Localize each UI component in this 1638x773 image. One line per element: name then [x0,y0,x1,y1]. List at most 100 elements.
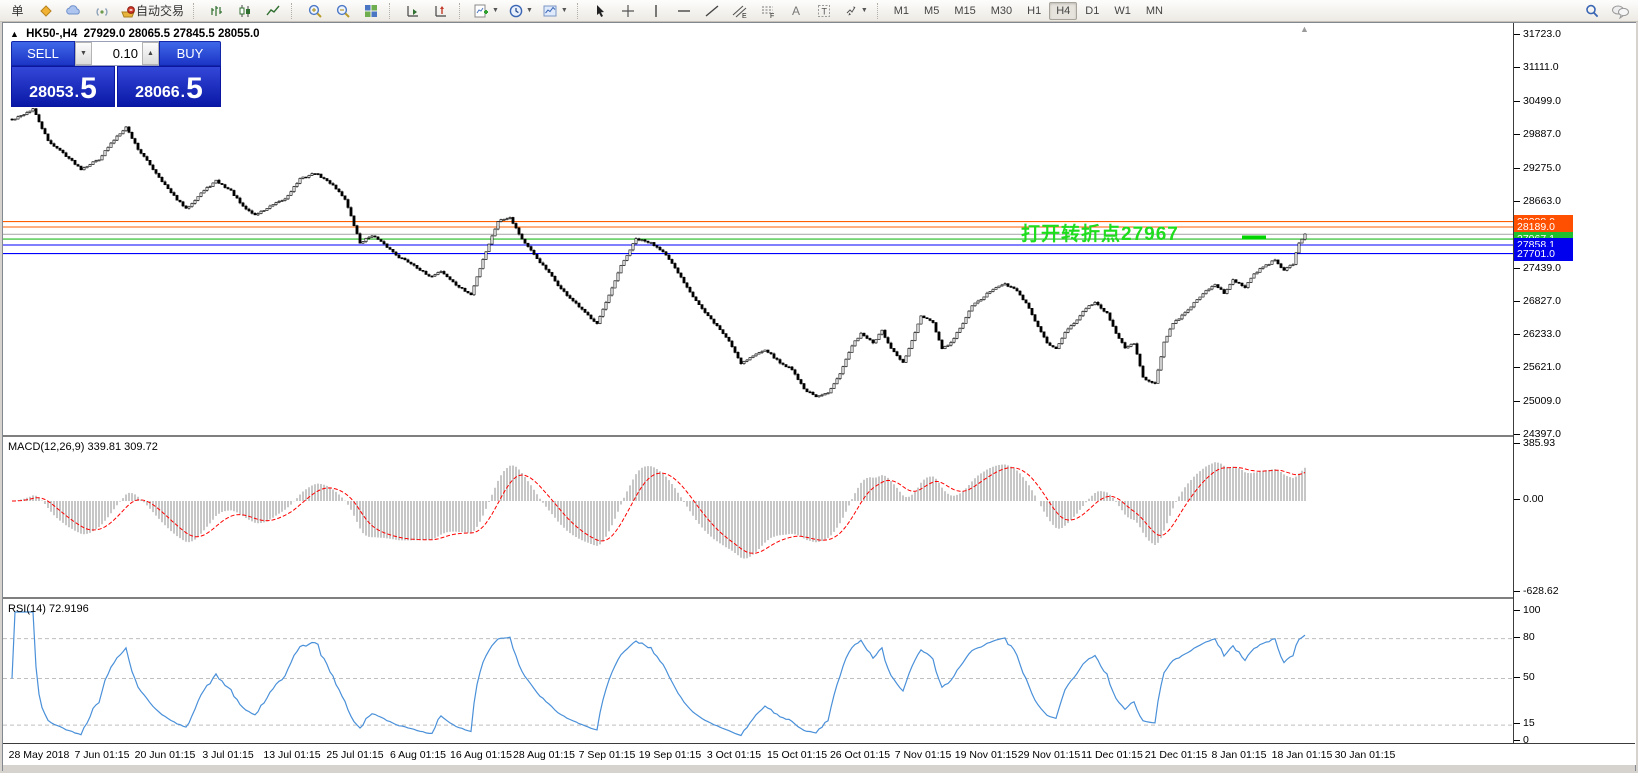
crosshair-tool-button[interactable] [615,0,642,21]
timeframe-h4-button[interactable]: H4 [1049,2,1077,20]
time-tick: 19 Nov 01:15 [955,749,1017,761]
timeframe-m30-button[interactable]: M30 [984,2,1019,20]
macd-chart [3,437,1513,597]
text-label-tool-button[interactable]: T [811,0,838,21]
rsi-tick-15: 15 [1523,717,1535,729]
horizontal-line-tool-button[interactable] [671,0,698,21]
price-tick-29887: 29887.0 [1523,128,1561,140]
timeframe-m5-button[interactable]: M5 [917,2,946,20]
price-tick-25009: 25009.0 [1523,395,1561,407]
fibonacci-tool-button[interactable]: F [755,0,782,21]
time-tick: 21 Dec 01:15 [1145,749,1207,761]
chat-icon[interactable] [1606,0,1634,21]
history-icon[interactable] [32,0,59,21]
green-trend-segment[interactable] [1242,236,1266,240]
svg-text:T: T [822,6,828,16]
candlestick-chart-icon[interactable] [231,0,258,21]
up-candles [14,109,1306,397]
new-order-button[interactable]: 单 [4,0,31,21]
price-tick-31111: 31111.0 [1523,61,1559,73]
new-chart-button[interactable]: ▼ [469,0,503,21]
timeframe-m1-button[interactable]: M1 [887,2,916,20]
auto-scroll-icon[interactable] [399,0,426,21]
cursor-tool-button[interactable] [587,0,614,21]
toolbar-separator [389,3,394,19]
collapse-arrow-icon[interactable]: ▲ [10,29,19,39]
toolbar-separator [577,3,582,19]
new-order-button-label: 单 [11,2,23,19]
price-axis[interactable]: 31723.031111.030499.029887.029275.028663… [1513,23,1636,765]
timeframe-d1-button[interactable]: D1 [1078,2,1106,20]
line-chart-icon[interactable] [259,0,286,21]
candlestick-chart[interactable] [3,23,1513,435]
volume-input[interactable] [92,42,142,65]
period-menu-button-caret-icon[interactable]: ▼ [526,7,533,14]
search-icon[interactable] [1578,0,1605,21]
profiles-menu-button[interactable]: ▼ [538,0,572,21]
time-tick: 6 Aug 01:15 [390,749,446,761]
turning-point-annotation[interactable]: 打开转折点27967 [1021,219,1179,246]
candle-wicks [12,108,1305,398]
time-tick: 8 Jan 01:15 [1212,749,1267,761]
arrows-tool-button[interactable]: ▼ [839,0,872,21]
time-tick: 7 Jun 01:15 [75,749,130,761]
volume-up-button[interactable]: ▲ [142,42,159,65]
tile-windows-icon[interactable] [357,0,384,21]
time-tick: 13 Jul 01:15 [263,749,320,761]
sell-price-big: 5 [80,74,97,104]
text-tool-button[interactable]: A [783,0,810,21]
timeframe-m15-button[interactable]: M15 [947,2,982,20]
time-tick: 28 Aug 01:15 [513,749,575,761]
time-tick: 28 May 2018 [9,749,70,761]
sell-price[interactable]: 28053 . 5 [11,66,115,107]
buy-price[interactable]: 28066 . 5 [117,66,221,107]
candlestick-chart-panel[interactable]: ▲ HK50-,H4 27929.0 28065.5 27845.5 28055… [3,23,1513,435]
profiles-menu-button-caret-icon[interactable]: ▼ [561,7,568,14]
arrows-tool-button-caret-icon[interactable]: ▼ [861,7,868,14]
zoom-out-icon[interactable] [329,0,356,21]
chart-shift-icon[interactable] [427,0,454,21]
vertical-line-tool-button[interactable] [643,0,670,21]
signal-icon[interactable] [88,0,115,21]
price-tick-27439: 27439.0 [1523,262,1561,274]
trendline-tool-button[interactable] [699,0,726,21]
time-tick: 20 Jun 01:15 [135,749,196,761]
toolbar-separator [459,3,464,19]
ohlc-close: 28055.0 [218,28,260,40]
time-axis[interactable]: 28 May 2018 7 Jun 01:15 20 Jun 01:15 3 Jul … [3,743,1635,766]
auto-trading-button[interactable]: 自动交易 [116,0,188,21]
period-menu-button[interactable]: ▼ [504,0,537,21]
svg-text:A: A [792,4,800,18]
ohlc-high: 28065.5 [128,28,170,40]
cloud-icon[interactable] [60,0,87,21]
time-tick: 18 Jan 01:15 [1272,749,1333,761]
new-chart-button-caret-icon[interactable]: ▼ [492,7,499,14]
sell-button[interactable]: SELL [11,41,75,66]
time-tick: 11 Dec 01:15 [1081,749,1143,761]
ohlc-low: 27845.5 [173,28,215,40]
price-tick-31723: 31723.0 [1523,28,1561,40]
sell-price-main: 28053 [29,82,74,104]
toolbar-separator [877,3,882,19]
timeframe-mn-button[interactable]: MN [1139,2,1170,20]
zoom-in-icon[interactable] [301,0,328,21]
rsi-tick-50: 50 [1523,671,1535,683]
volume-down-button[interactable]: ▼ [75,42,92,65]
ohlc-open: 27929.0 [84,28,126,40]
rsi-indicator-panel[interactable]: RSI(14) 72.9196 [3,597,1513,743]
bar-chart-icon[interactable] [203,0,230,21]
buy-price-main: 28066 [135,82,180,104]
macd-tick--628.62: -628.62 [1523,585,1559,597]
timeframe-h1-button[interactable]: H1 [1020,2,1048,20]
equidistant-channel-tool-button[interactable]: E [727,0,754,21]
macd-tick-0: 0.00 [1523,493,1543,505]
macd-indicator-panel[interactable]: MACD(12,26,9) 339.81 309.72 [3,435,1513,597]
buy-button[interactable]: BUY [159,41,221,66]
svg-text:F: F [770,13,774,19]
time-tick: 3 Jul 01:15 [202,749,253,761]
rsi-chart [3,599,1513,743]
rsi-line [12,612,1305,736]
chart-shift-marker[interactable]: ▲ [1300,24,1309,34]
price-tick-28663: 28663.0 [1523,195,1561,207]
timeframe-w1-button[interactable]: W1 [1107,2,1138,20]
